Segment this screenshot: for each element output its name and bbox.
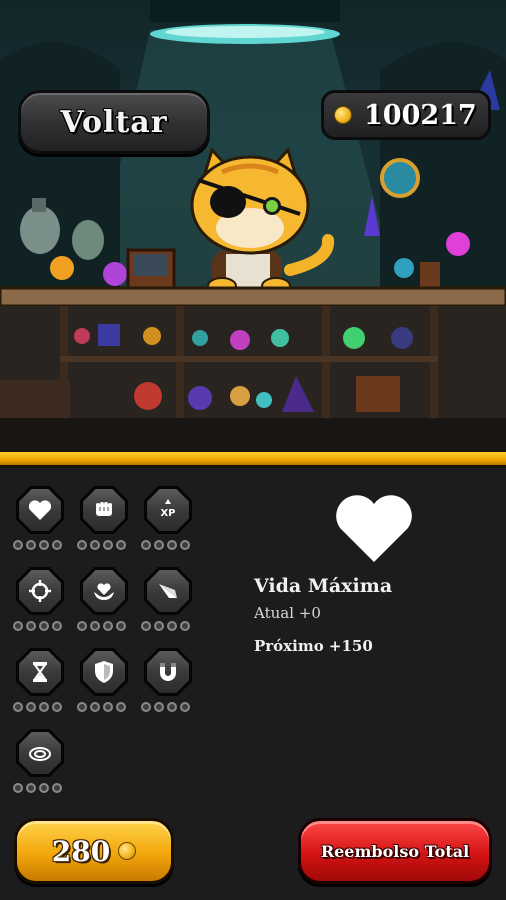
level-pip	[26, 783, 36, 793]
level-pip	[39, 540, 49, 550]
shop-illustration	[0, 0, 506, 452]
level-pip	[141, 702, 151, 712]
level-pip	[13, 702, 23, 712]
level-pips	[13, 621, 67, 631]
upgrade-slot-magnet[interactable]	[141, 648, 195, 722]
level-pip	[167, 540, 177, 550]
level-pip	[90, 540, 100, 550]
hourglass-icon	[33, 662, 47, 682]
upgrade-button[interactable]	[80, 567, 128, 615]
level-pips	[13, 783, 67, 793]
shield-icon	[95, 661, 113, 683]
upgrade-button[interactable]	[80, 486, 128, 534]
gold-divider	[0, 452, 506, 468]
level-pip	[39, 783, 49, 793]
coin-counter: 100217	[321, 90, 491, 140]
buy-upgrade-button[interactable]: 280	[14, 818, 174, 884]
fist-icon	[96, 502, 112, 516]
level-pip	[77, 540, 87, 550]
level-pip	[13, 540, 23, 550]
upgrade-slot-max-health[interactable]	[13, 486, 67, 560]
level-pip	[52, 540, 62, 550]
upgrade-slot-cooldown[interactable]	[13, 648, 67, 722]
level-pip	[154, 702, 164, 712]
level-pip	[180, 540, 190, 550]
level-pips	[13, 540, 67, 550]
upgrade-slot-area[interactable]	[13, 729, 67, 803]
level-pip	[167, 702, 177, 712]
level-pip	[77, 702, 87, 712]
coin-icon	[118, 842, 137, 860]
upgrade-slot-armor[interactable]	[77, 648, 131, 722]
back-button[interactable]: Voltar	[18, 90, 210, 154]
heart-icon	[28, 500, 52, 520]
level-pips	[141, 540, 195, 550]
upgrade-button[interactable]	[16, 486, 64, 534]
level-pip	[39, 702, 49, 712]
level-pip	[180, 621, 190, 631]
magnet-icon	[160, 663, 176, 681]
upgrade-button[interactable]	[144, 567, 192, 615]
level-pip	[52, 783, 62, 793]
level-pip	[90, 702, 100, 712]
level-pip	[180, 702, 190, 712]
level-pip	[103, 702, 113, 712]
level-pip	[154, 621, 164, 631]
level-pips	[77, 540, 131, 550]
shop-scene: Voltar 100217	[0, 0, 506, 452]
buy-price: 280	[51, 834, 111, 868]
level-pip	[116, 540, 126, 550]
level-pip	[13, 783, 23, 793]
level-pip	[52, 621, 62, 631]
refund-all-button[interactable]: Reembolso Total	[298, 818, 492, 884]
dash-icon	[159, 584, 177, 598]
upgrade-button[interactable]	[80, 648, 128, 696]
level-pip	[26, 540, 36, 550]
level-pip	[26, 702, 36, 712]
refund-label: Reembolso Total	[320, 841, 470, 861]
upgrade-button[interactable]	[16, 648, 64, 696]
upgrade-slot-damage[interactable]	[77, 486, 131, 560]
selected-heart-icon	[336, 495, 412, 562]
level-pip	[167, 621, 177, 631]
xp-icon-text: XP	[160, 508, 175, 519]
level-pip	[103, 621, 113, 631]
upgrade-next-value: Próximo +150	[254, 637, 373, 655]
upgrade-button[interactable]	[16, 567, 64, 615]
level-pip	[141, 540, 151, 550]
upgrade-button[interactable]	[16, 729, 64, 777]
level-pips	[77, 621, 131, 631]
upgrade-button[interactable]	[144, 648, 192, 696]
coin-count: 100217	[364, 99, 477, 131]
area-icon	[29, 747, 51, 761]
level-pip	[13, 621, 23, 631]
level-pip	[26, 621, 36, 631]
level-pips	[77, 702, 131, 712]
xp-icon: XP	[160, 499, 176, 519]
upgrade-slot-xp[interactable]: XP	[141, 486, 195, 560]
coin-icon	[334, 106, 352, 124]
level-pip	[52, 702, 62, 712]
level-pip	[103, 540, 113, 550]
level-pip	[141, 621, 151, 631]
level-pip	[116, 621, 126, 631]
heart-hands-icon	[94, 583, 114, 600]
level-pips	[141, 621, 195, 631]
level-pips	[141, 702, 195, 712]
upgrade-current-value: Atual +0	[254, 604, 321, 622]
level-pip	[154, 540, 164, 550]
crosshair-icon	[29, 580, 51, 602]
upgrade-button[interactable]: XP	[144, 486, 192, 534]
upgrade-slot-crit[interactable]	[13, 567, 67, 641]
upgrade-slot-speed[interactable]	[141, 567, 195, 641]
upgrade-slot-regen[interactable]	[77, 567, 131, 641]
level-pip	[116, 702, 126, 712]
level-pip	[90, 621, 100, 631]
back-button-label: Voltar	[60, 104, 168, 140]
level-pip	[77, 621, 87, 631]
level-pip	[39, 621, 49, 631]
level-pips	[13, 702, 67, 712]
upgrade-title: Vida Máxima	[254, 575, 393, 597]
